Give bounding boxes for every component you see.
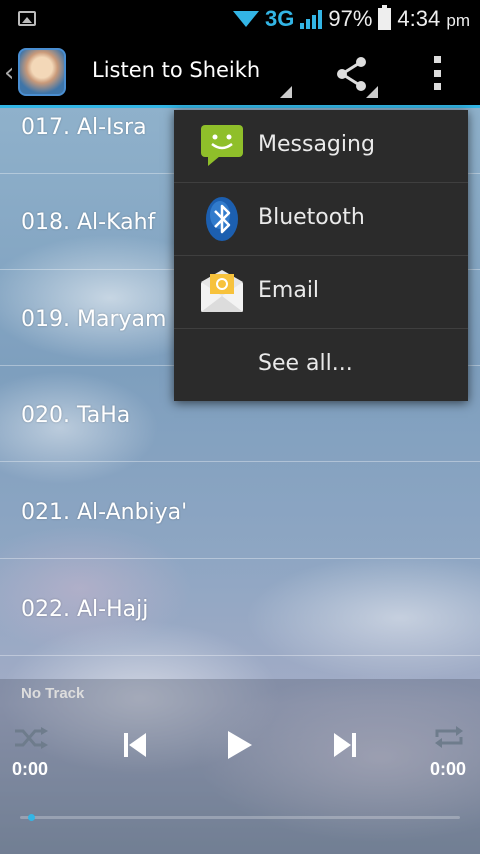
list-item[interactable]: 022. Al-Hajj: [0, 560, 480, 656]
list-item[interactable]: 021. Al-Anbiya': [0, 463, 480, 559]
shuffle-icon[interactable]: [14, 727, 48, 749]
messaging-icon: [201, 125, 243, 166]
bluetooth-icon: [206, 197, 238, 241]
track-title: 018. Al-Kahf: [21, 210, 156, 235]
clock: 4:34 pm: [397, 6, 470, 32]
track-title: 020. TaHa: [21, 403, 131, 428]
status-bar: 3G 97% 4:34 pm: [0, 0, 480, 38]
seek-thumb[interactable]: [28, 814, 35, 821]
share-item-label: Email: [258, 278, 320, 303]
wifi-icon: [233, 9, 260, 29]
clock-time: 4:34: [397, 6, 441, 31]
track-title: 021. Al-Anbiya': [21, 500, 188, 525]
seek-bar[interactable]: [20, 816, 460, 819]
play-icon[interactable]: [228, 731, 252, 759]
share-item-label: Bluetooth: [258, 205, 365, 230]
battery-percent: 97%: [328, 6, 373, 31]
email-icon: [201, 270, 243, 312]
track-label: No Track: [21, 685, 85, 702]
gallery-notification-icon: [18, 11, 36, 26]
share-item-messaging[interactable]: Messaging: [174, 110, 468, 183]
track-title: 022. Al-Hajj: [21, 597, 149, 622]
player-panel: No Track 0:00 0:00: [0, 679, 480, 854]
total-time: 0:00: [430, 759, 467, 779]
elapsed-time: 0:00: [12, 759, 49, 779]
share-item-bluetooth[interactable]: Bluetooth: [174, 183, 468, 256]
clock-ampm: pm: [446, 11, 470, 30]
repeat-icon[interactable]: [434, 725, 464, 749]
share-item-see-all[interactable]: See all...: [174, 329, 468, 402]
share-item-label: See all...: [258, 351, 353, 376]
track-title: 017. Al-Isra: [21, 115, 147, 140]
track-title: 019. Maryam: [21, 307, 167, 332]
battery-icon: [378, 5, 392, 30]
share-item-email[interactable]: Email: [174, 256, 468, 329]
previous-icon[interactable]: [124, 733, 146, 757]
share-item-label: Messaging: [258, 132, 375, 157]
signal-icon: [300, 9, 323, 29]
share-menu: Messaging Bluetooth Email See all...: [174, 110, 468, 401]
next-icon[interactable]: [334, 733, 356, 757]
network-type: 3G: [265, 6, 295, 31]
